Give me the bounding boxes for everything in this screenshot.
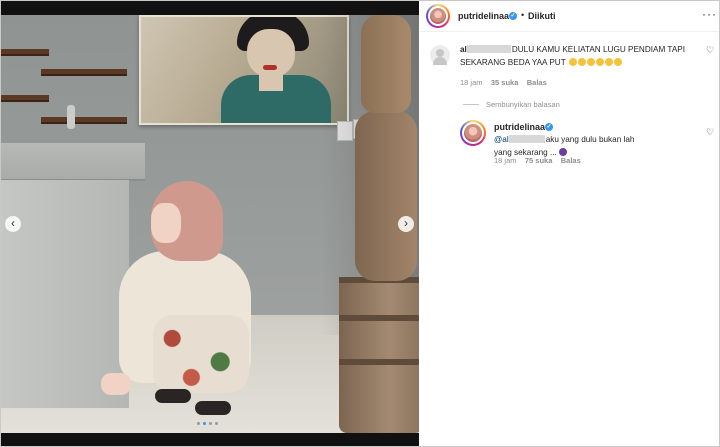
reply-username[interactable]: putridelinaa bbox=[494, 122, 545, 132]
comment-text: al DULU KAMU KELIATAN LUGU PENDIAM TAPI S… bbox=[460, 43, 698, 69]
kitchen-counter bbox=[1, 143, 145, 181]
grin-emoji-icon bbox=[613, 58, 622, 66]
like-heart-icon[interactable]: ♡ bbox=[706, 45, 714, 56]
grin-emoji-icon bbox=[595, 58, 604, 66]
reply-reply-button[interactable]: Balas bbox=[561, 156, 581, 165]
chevron-right-icon: › bbox=[404, 216, 408, 230]
shelf bbox=[41, 69, 127, 76]
author-username[interactable]: putridelinaa bbox=[458, 11, 509, 21]
comment-likes[interactable]: 35 suka bbox=[491, 78, 519, 87]
redacted-mention bbox=[508, 135, 545, 143]
shoe bbox=[155, 389, 191, 403]
post-photo[interactable]: ‹ › bbox=[1, 1, 419, 446]
reply-body-line1: aku yang dulu bukan lah bbox=[545, 135, 635, 144]
commenter-username[interactable]: al bbox=[460, 45, 467, 54]
carousel-next-button[interactable]: › bbox=[398, 216, 414, 232]
reply-mention[interactable]: @al bbox=[494, 135, 509, 144]
grin-emoji-icon bbox=[577, 58, 586, 66]
grin-emoji-icon bbox=[604, 58, 613, 66]
reply-author-avatar[interactable] bbox=[460, 120, 486, 146]
reply-likes[interactable]: 75 suka bbox=[525, 156, 553, 165]
carousel-dot bbox=[215, 422, 218, 425]
carousel-dot bbox=[197, 422, 200, 425]
grin-emoji-icon bbox=[568, 58, 577, 66]
person-face bbox=[151, 203, 181, 243]
wall-painting bbox=[139, 15, 349, 125]
carousel-dots bbox=[197, 422, 218, 425]
comments-panel: putridelinaa ✓ • Diikuti ··· al DULU KAMU… bbox=[420, 1, 719, 446]
reply-time: 18 jam bbox=[494, 156, 517, 165]
shelf bbox=[41, 117, 127, 124]
chevron-left-icon: ‹ bbox=[11, 216, 15, 230]
carousel-prev-button[interactable]: ‹ bbox=[5, 216, 21, 232]
comment-time: 18 jam bbox=[460, 78, 483, 87]
post-header: putridelinaa ✓ • Diikuti ··· bbox=[420, 1, 719, 32]
person-hand bbox=[101, 373, 131, 395]
person-pants bbox=[153, 315, 249, 393]
grin-emoji-icon bbox=[586, 58, 595, 66]
shoe bbox=[195, 401, 231, 415]
replies-divider bbox=[463, 104, 479, 105]
hide-replies-button[interactable]: Sembunyikan balasan bbox=[486, 100, 560, 109]
comment-meta: 18 jam 35 suka Balas bbox=[460, 78, 547, 87]
carousel-dot bbox=[209, 422, 212, 425]
shelf bbox=[1, 49, 49, 56]
photo-scene bbox=[1, 15, 419, 433]
reply-meta: 18 jam 75 suka Balas bbox=[494, 156, 581, 165]
more-icon[interactable]: ··· bbox=[702, 7, 717, 21]
vase bbox=[67, 105, 75, 129]
verified-icon: ✓ bbox=[545, 123, 553, 131]
follow-status-button[interactable]: Diikuti bbox=[528, 11, 556, 21]
grapes-emoji-icon bbox=[559, 148, 568, 156]
redacted-username bbox=[466, 45, 511, 53]
post-window: ‹ › putridelinaa ✓ • Diikuti ··· al DULU … bbox=[0, 0, 720, 447]
comment-reply-button[interactable]: Balas bbox=[527, 78, 547, 87]
verified-icon: ✓ bbox=[509, 12, 517, 20]
author-avatar[interactable] bbox=[426, 4, 450, 28]
commenter-avatar[interactable] bbox=[430, 45, 450, 65]
separator-dot: • bbox=[521, 10, 525, 20]
emoji-group bbox=[568, 58, 622, 67]
shelf bbox=[1, 95, 49, 102]
like-heart-icon[interactable]: ♡ bbox=[706, 127, 714, 138]
carousel-dot-active bbox=[203, 422, 206, 425]
